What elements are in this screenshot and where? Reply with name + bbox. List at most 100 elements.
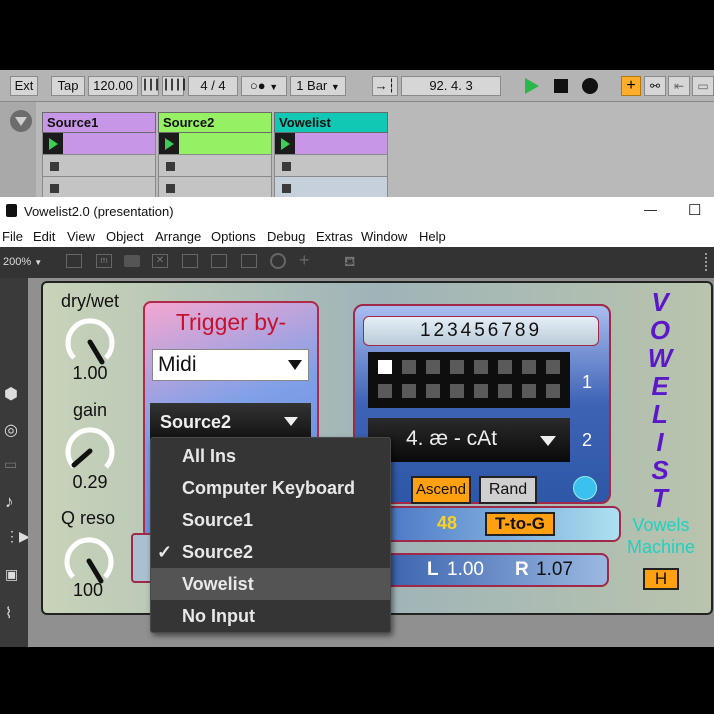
maximize-button[interactable]: ☐: [688, 201, 701, 219]
clip-slot[interactable]: [158, 155, 272, 177]
step-cell[interactable]: [546, 360, 560, 374]
bang-icon[interactable]: [211, 254, 227, 268]
step-cell[interactable]: [378, 384, 392, 398]
follow-arrow-icon[interactable]: →┆: [372, 76, 398, 96]
clip-slot[interactable]: [158, 133, 272, 155]
lock-icon[interactable]: [66, 254, 82, 268]
help-button[interactable]: H: [643, 568, 679, 590]
status-led[interactable]: [573, 476, 597, 500]
step-cell[interactable]: [522, 384, 536, 398]
t-to-g-button[interactable]: T-to-G: [485, 512, 555, 536]
menu-item-source1[interactable]: Source1: [151, 504, 390, 536]
nudge-down-icon[interactable]: ┃┃┃: [141, 76, 160, 96]
clip-play-icon[interactable]: [275, 133, 295, 154]
music-note-icon[interactable]: ♪: [5, 492, 14, 512]
menu-debug[interactable]: Debug: [267, 229, 305, 244]
l-value[interactable]: 1.00: [447, 559, 484, 581]
track-header[interactable]: Source2: [158, 112, 272, 133]
step-cell[interactable]: [402, 360, 416, 374]
ascend-button[interactable]: Ascend: [411, 476, 471, 504]
clip-slot[interactable]: [274, 155, 388, 177]
add-icon[interactable]: +: [299, 250, 310, 271]
slider-icon[interactable]: [241, 254, 257, 268]
menu-item-vowelist[interactable]: Vowelist: [151, 568, 390, 600]
stop-square-icon[interactable]: [282, 184, 291, 193]
record-icon[interactable]: [582, 78, 598, 94]
stop-icon[interactable]: [554, 79, 568, 93]
clip-slot[interactable]: [158, 177, 272, 199]
tap-tempo-button[interactable]: Tap: [51, 76, 85, 96]
stop-square-icon[interactable]: [50, 162, 59, 171]
step-cell[interactable]: [450, 384, 464, 398]
menu-view[interactable]: View: [67, 229, 95, 244]
vowel-select[interactable]: 4. æ - cAt: [368, 418, 570, 462]
menu-window[interactable]: Window: [361, 229, 407, 244]
clip-slot[interactable]: [42, 177, 156, 199]
step-cell[interactable]: [522, 360, 536, 374]
collapse-icon[interactable]: [10, 110, 32, 132]
target-icon[interactable]: ◎: [4, 420, 18, 440]
step-cell[interactable]: [498, 360, 512, 374]
song-position-field[interactable]: 92. 4. 3: [401, 76, 501, 96]
toggle-icon[interactable]: ✕: [152, 254, 168, 268]
message-icon[interactable]: m: [96, 254, 112, 268]
vowel-count-value[interactable]: 48: [437, 513, 457, 534]
menu-object[interactable]: Object: [106, 229, 144, 244]
overdub-plus-icon[interactable]: +: [621, 76, 641, 96]
clip-slot[interactable]: [42, 155, 156, 177]
step-cell[interactable]: [426, 384, 440, 398]
stop-square-icon[interactable]: [166, 162, 175, 171]
step-cell[interactable]: [474, 360, 488, 374]
image-icon[interactable]: ▣: [5, 566, 18, 583]
clip-play-icon[interactable]: [159, 133, 179, 154]
step-cell[interactable]: [498, 384, 512, 398]
menu-help[interactable]: Help: [419, 229, 446, 244]
paperclip-icon[interactable]: ⌇: [5, 604, 12, 622]
menu-edit[interactable]: Edit: [33, 229, 55, 244]
menu-options[interactable]: Options: [211, 229, 256, 244]
step-cell[interactable]: [546, 384, 560, 398]
menu-arrange[interactable]: Arrange: [155, 229, 201, 244]
menu-file[interactable]: File: [2, 229, 23, 244]
menu-item-no-input[interactable]: No Input: [151, 600, 390, 632]
comment-icon[interactable]: [124, 255, 140, 267]
menu-item-all-ins[interactable]: All Ins: [151, 440, 390, 472]
stop-square-icon[interactable]: [50, 184, 59, 193]
dial-icon[interactable]: [270, 253, 286, 269]
minimize-button[interactable]: —: [644, 202, 657, 217]
dry-wet-knob[interactable]: [64, 316, 116, 368]
step-cell[interactable]: [402, 384, 416, 398]
ext-sync-button[interactable]: Ext: [10, 76, 38, 96]
play-icon[interactable]: [525, 78, 539, 94]
dotted-play-icon[interactable]: ⋮▶: [5, 528, 30, 545]
step-cell[interactable]: [426, 360, 440, 374]
metronome-button[interactable]: ○● ▼: [241, 76, 287, 96]
stop-square-icon[interactable]: [282, 162, 291, 171]
back-to-arrangement-icon[interactable]: ⇤: [668, 76, 690, 96]
step-cell[interactable]: [474, 384, 488, 398]
gain-knob[interactable]: [64, 425, 116, 477]
button-icon[interactable]: [182, 254, 198, 268]
zoom-select[interactable]: 200% ▼: [3, 256, 42, 268]
track-header[interactable]: Source1: [42, 112, 156, 133]
capture-icon[interactable]: ▭: [692, 76, 714, 96]
film-icon[interactable]: ▭: [4, 456, 17, 473]
automation-arm-icon[interactable]: ⚯: [644, 76, 666, 96]
stop-square-icon[interactable]: [166, 184, 175, 193]
menu-item-computer-keyboard[interactable]: Computer Keyboard: [151, 472, 390, 504]
clip-slot[interactable]: [274, 177, 388, 199]
trigger-mode-select[interactable]: Midi: [152, 349, 309, 381]
input-source-select[interactable]: Source2: [150, 403, 311, 441]
cube-icon[interactable]: ⬢: [4, 384, 18, 404]
paint-icon[interactable]: ⛾: [344, 253, 355, 272]
rand-button[interactable]: Rand: [479, 476, 537, 504]
r-value[interactable]: 1.07: [536, 559, 573, 581]
step-cell[interactable]: [450, 360, 464, 374]
quantization-select[interactable]: 1 Bar ▼: [290, 76, 346, 96]
clip-slot[interactable]: [274, 133, 388, 155]
menu-item-source2[interactable]: ✓ Source2: [151, 536, 390, 568]
tempo-field[interactable]: 120.00: [88, 76, 138, 96]
clip-slot[interactable]: [42, 133, 156, 155]
menu-extras[interactable]: Extras: [316, 229, 353, 244]
step-grid[interactable]: [368, 352, 570, 408]
